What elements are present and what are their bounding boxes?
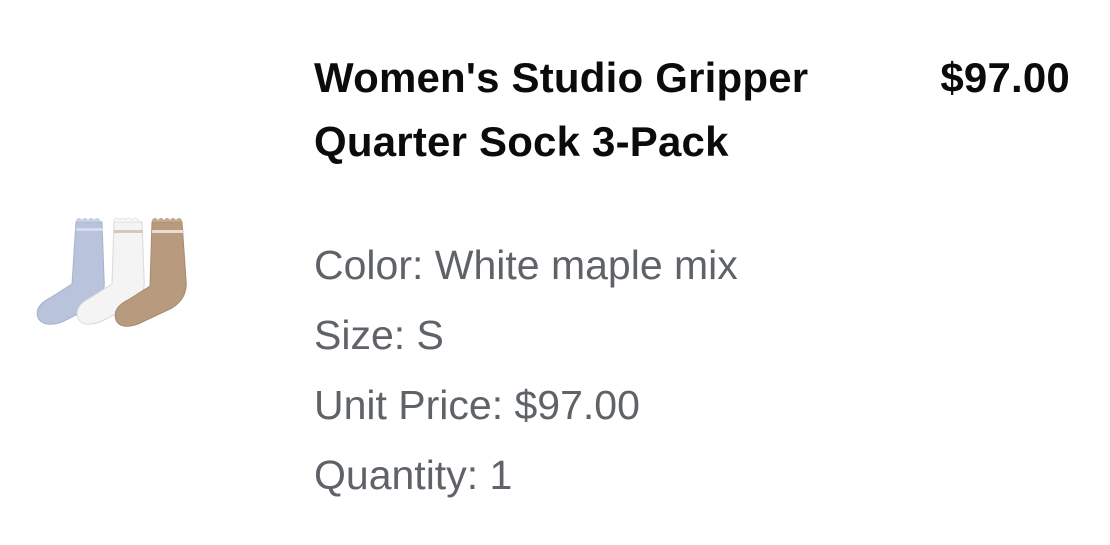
detail-size: Size: S — [314, 312, 444, 358]
product-thumbnail[interactable] — [28, 208, 206, 338]
product-price: $97.00 — [940, 54, 1070, 101]
product-details: Color: White maple mix Size: S Unit Pric… — [314, 230, 738, 510]
detail-unit-price: Unit Price: $97.00 — [314, 382, 640, 428]
detail-quantity: Quantity: 1 — [314, 452, 513, 498]
detail-color: Color: White maple mix — [314, 242, 738, 288]
order-line-item: Women's Studio Gripper Quarter Sock 3-Pa… — [0, 0, 1110, 545]
product-title[interactable]: Women's Studio Gripper Quarter Sock 3-Pa… — [314, 46, 904, 174]
